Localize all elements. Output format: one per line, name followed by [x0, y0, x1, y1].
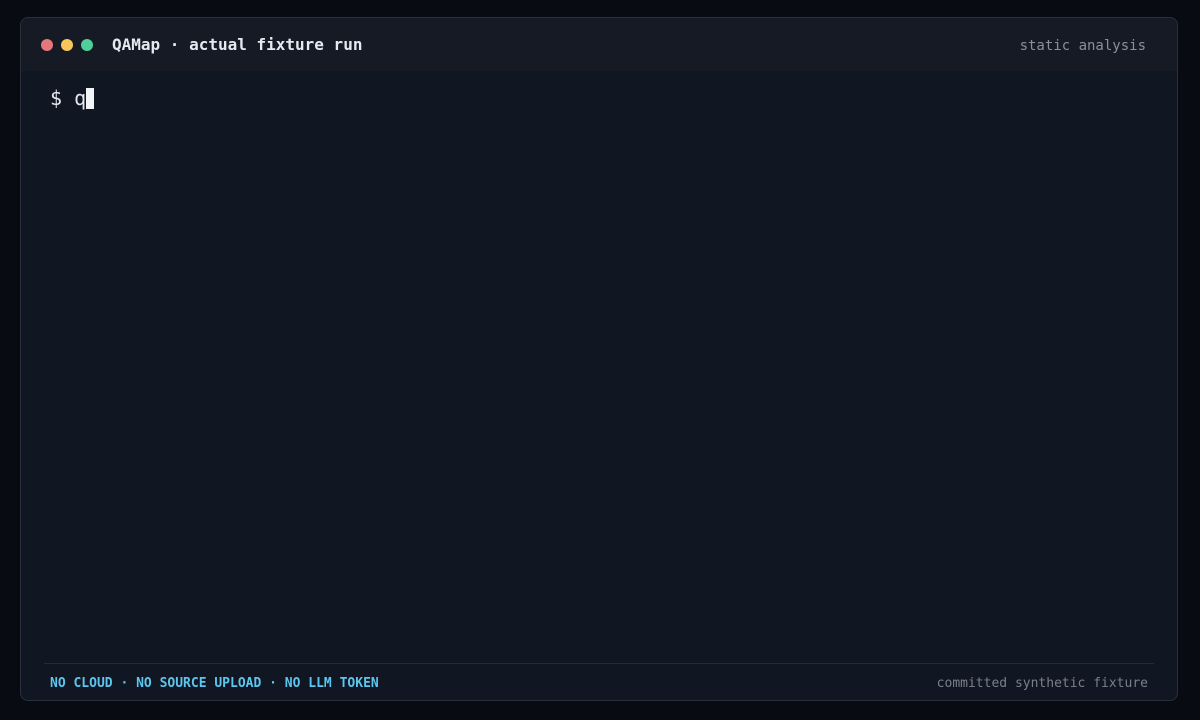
close-window-icon[interactable] — [41, 39, 53, 51]
shell-prompt: $ — [50, 86, 63, 110]
minimize-window-icon[interactable] — [61, 39, 73, 51]
privacy-flags: NO CLOUD · NO SOURCE UPLOAD · NO LLM TOK… — [50, 676, 379, 691]
text-cursor — [86, 88, 95, 109]
analysis-mode-label: static analysis — [1019, 38, 1146, 54]
terminal-window: QAMap · actual fixture run static analys… — [20, 17, 1178, 701]
window-titlebar: QAMap · actual fixture run static analys… — [21, 18, 1177, 71]
terminal-input-line[interactable]: $ q — [50, 85, 95, 111]
window-title: QAMap · actual fixture run — [112, 35, 363, 54]
fixture-note: committed synthetic fixture — [936, 676, 1148, 691]
command-input-text[interactable]: q — [74, 86, 86, 110]
footer-divider — [44, 663, 1154, 664]
maximize-window-icon[interactable] — [81, 39, 93, 51]
